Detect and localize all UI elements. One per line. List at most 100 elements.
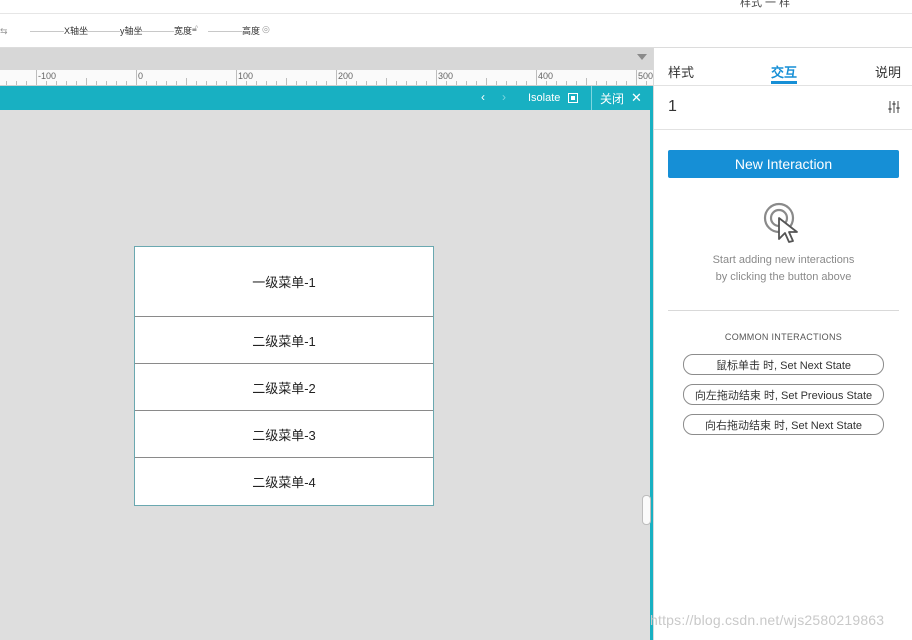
- ruler-tick: [626, 81, 627, 85]
- ruler-label: 400: [538, 71, 554, 81]
- interaction-panel: 样式 交互 说明 1 New Interaction Start adding …: [653, 48, 912, 640]
- ruler-tick: [366, 81, 367, 85]
- chevron-left-icon[interactable]: ‹: [481, 90, 485, 104]
- ruler-label: 500: [638, 71, 653, 81]
- eye-icon[interactable]: ◎: [262, 24, 270, 35]
- menu-item-level2[interactable]: 二级菜单-4: [135, 458, 433, 505]
- ruler-tick: [406, 81, 407, 85]
- top-strip-fragment: 样式 一 样: [740, 0, 791, 9]
- menu-item-level1[interactable]: 一级菜单-1: [135, 247, 433, 317]
- active-tab-indicator: [771, 81, 797, 84]
- empty-state-hint: Start adding new interactions by clickin…: [654, 252, 912, 286]
- menu-item-label: 二级菜单-4: [252, 475, 316, 490]
- ruler-tick: [206, 81, 207, 85]
- ruler-tick: [56, 81, 57, 85]
- ruler-tick: [266, 81, 267, 85]
- menu-item-level2[interactable]: 二级菜单-1: [135, 317, 433, 364]
- section-divider: [668, 310, 899, 311]
- ruler-tick: [476, 81, 477, 85]
- close-label: 关闭: [600, 91, 625, 106]
- lock-icon[interactable]: 🔓︎: [192, 23, 198, 34]
- ruler-tick: [376, 81, 377, 85]
- panel-tabs: 样式 交互 说明: [654, 48, 912, 86]
- x-coord-label: X轴坐: [64, 26, 89, 36]
- ruler-tick: [486, 78, 487, 85]
- ruler-tick: [466, 81, 467, 85]
- property-toolbar: ⇆ X轴坐 y轴坐 宽度 🔓︎ 高度 ◎: [0, 14, 912, 48]
- ruler-tick: [26, 81, 27, 85]
- ruler-tick: [106, 81, 107, 85]
- ruler-tick: [356, 81, 357, 85]
- touch-icon: [763, 202, 798, 243]
- width-label: 宽度: [174, 26, 193, 36]
- horizontal-ruler: -100 0 100 200 300 400 500: [0, 70, 653, 86]
- ruler-tick: [426, 81, 427, 85]
- ruler-tick: [546, 81, 547, 85]
- ruler-tick: [226, 81, 227, 85]
- ruler-tick: [416, 81, 417, 85]
- ruler-tick: [336, 70, 337, 85]
- ruler-tick: [166, 81, 167, 85]
- common-interaction-swipe-right[interactable]: 向右拖动结束 时, Set Next State: [683, 414, 884, 435]
- widget-name[interactable]: 1: [668, 98, 677, 116]
- ruler-tick: [386, 78, 387, 85]
- common-interaction-click[interactable]: 鼠标单击 时, Set Next State: [683, 354, 884, 375]
- ruler-tick: [596, 81, 597, 85]
- x-coord-input[interactable]: [30, 31, 64, 32]
- ruler-tick: [86, 78, 87, 85]
- ruler-tick: [126, 81, 127, 85]
- watermark-text: https://blog.csdn.net/wjs2580219863: [650, 612, 885, 628]
- ruler-tick: [606, 81, 607, 85]
- panel-resize-handle[interactable]: [642, 495, 651, 525]
- ruler-tick: [286, 78, 287, 85]
- page-dropdown-icon[interactable]: [637, 54, 647, 60]
- menu-widget[interactable]: 一级菜单-1 二级菜单-1 二级菜单-2 二级菜单-3 二级菜单-4: [134, 246, 434, 506]
- align-icon[interactable]: ⇆: [0, 26, 8, 37]
- common-interaction-swipe-left[interactable]: 向左拖动结束 时, Set Previous State: [683, 384, 884, 405]
- width-input[interactable]: [140, 31, 174, 32]
- tab-notes[interactable]: 说明: [875, 62, 901, 81]
- menu-item-level2[interactable]: 二级菜单-3: [135, 411, 433, 458]
- ruler-tick: [496, 81, 497, 85]
- ruler-label: -100: [38, 71, 57, 81]
- ruler-tick: [636, 70, 637, 85]
- tab-style[interactable]: 样式: [668, 62, 694, 81]
- sliders-icon[interactable]: [887, 100, 901, 114]
- ruler-tick: [436, 70, 437, 85]
- menu-item-label: 二级菜单-3: [252, 427, 316, 443]
- ruler-tick: [586, 78, 587, 85]
- ruler-tick: [446, 81, 447, 85]
- ruler-tick: [456, 81, 457, 85]
- tab-interactions[interactable]: 交互: [771, 62, 797, 81]
- canvas-header-bar: [0, 48, 653, 70]
- ruler-tick: [526, 81, 527, 85]
- ruler-tick: [156, 81, 157, 85]
- isolate-button[interactable]: Isolate: [523, 86, 589, 110]
- isolate-icon: [568, 93, 579, 103]
- common-interactions-title: COMMON INTERACTIONS: [724, 332, 843, 342]
- close-icon: ✕: [631, 90, 642, 105]
- ruler-tick: [96, 81, 97, 85]
- close-button[interactable]: 关闭 ✕: [592, 86, 650, 110]
- ruler-tick: [306, 81, 307, 85]
- edit-mode-bar: ‹ › Isolate 关闭 ✕: [0, 86, 650, 110]
- height-input[interactable]: [208, 31, 242, 32]
- ruler-tick: [566, 81, 567, 85]
- ruler-tick: [76, 81, 77, 85]
- ruler-tick: [6, 81, 7, 85]
- menu-item-level2[interactable]: 二级菜单-2: [135, 364, 433, 411]
- ruler-tick: [176, 81, 177, 85]
- ruler-tick: [296, 81, 297, 85]
- chevron-right-icon[interactable]: ›: [502, 90, 506, 104]
- new-interaction-button[interactable]: New Interaction: [668, 150, 899, 178]
- ruler-tick: [576, 81, 577, 85]
- isolate-label: Isolate: [528, 92, 561, 104]
- ruler-tick: [196, 81, 197, 85]
- menu-item-label: 一级菜单-1: [252, 275, 316, 290]
- ruler-tick: [516, 81, 517, 85]
- y-coord-input[interactable]: [86, 31, 120, 32]
- ruler-tick: [316, 81, 317, 85]
- ruler-tick: [46, 81, 47, 85]
- menu-item-label: 二级菜单-2: [252, 380, 316, 396]
- ruler-tick: [616, 81, 617, 85]
